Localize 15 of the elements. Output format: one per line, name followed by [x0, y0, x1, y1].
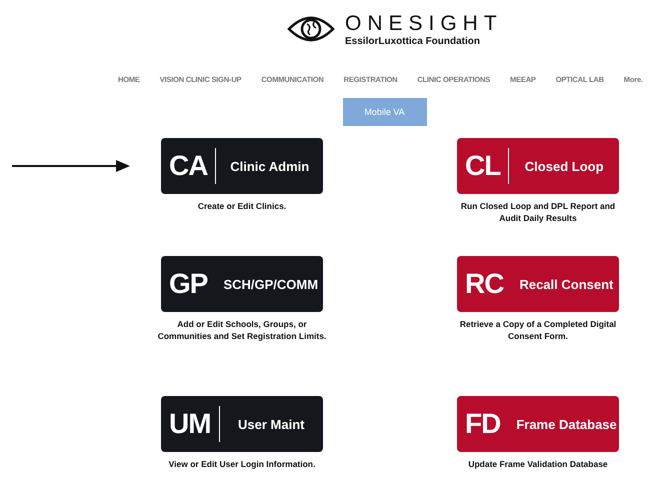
tile-description: View or Edit User Login Information. — [168, 458, 316, 470]
tile-description: Retrieve a Copy of a Completed Digital Consent Form. — [458, 318, 618, 342]
tile-button[interactable]: CA Clinic Admin — [161, 138, 323, 194]
tile-description: Run Closed Loop and DPL Report and Audit Daily Results — [460, 200, 616, 224]
brand-subtitle: EssilorLuxottica Foundation — [345, 36, 482, 46]
tile-description: Create or Edit Clinics. — [198, 200, 286, 212]
tile-button[interactable]: CL Closed Loop — [457, 138, 619, 194]
tile-description: Update Frame Validation Database — [468, 458, 608, 470]
tile-button[interactable]: FD Frame Database — [457, 396, 619, 452]
mobile-va-button[interactable]: Mobile VA — [342, 98, 426, 126]
brand-name: ONESIGHT — [345, 12, 503, 36]
tile-description: Add or Edit Schools, Groups, or Communities and Set Registration Limits. — [156, 318, 328, 342]
tile-button[interactable]: GP SCH/GP/COMM — [161, 256, 323, 312]
tile-button[interactable]: RC Recall Consent — [457, 256, 619, 312]
tile-button[interactable]: UM User Maint — [161, 396, 323, 452]
